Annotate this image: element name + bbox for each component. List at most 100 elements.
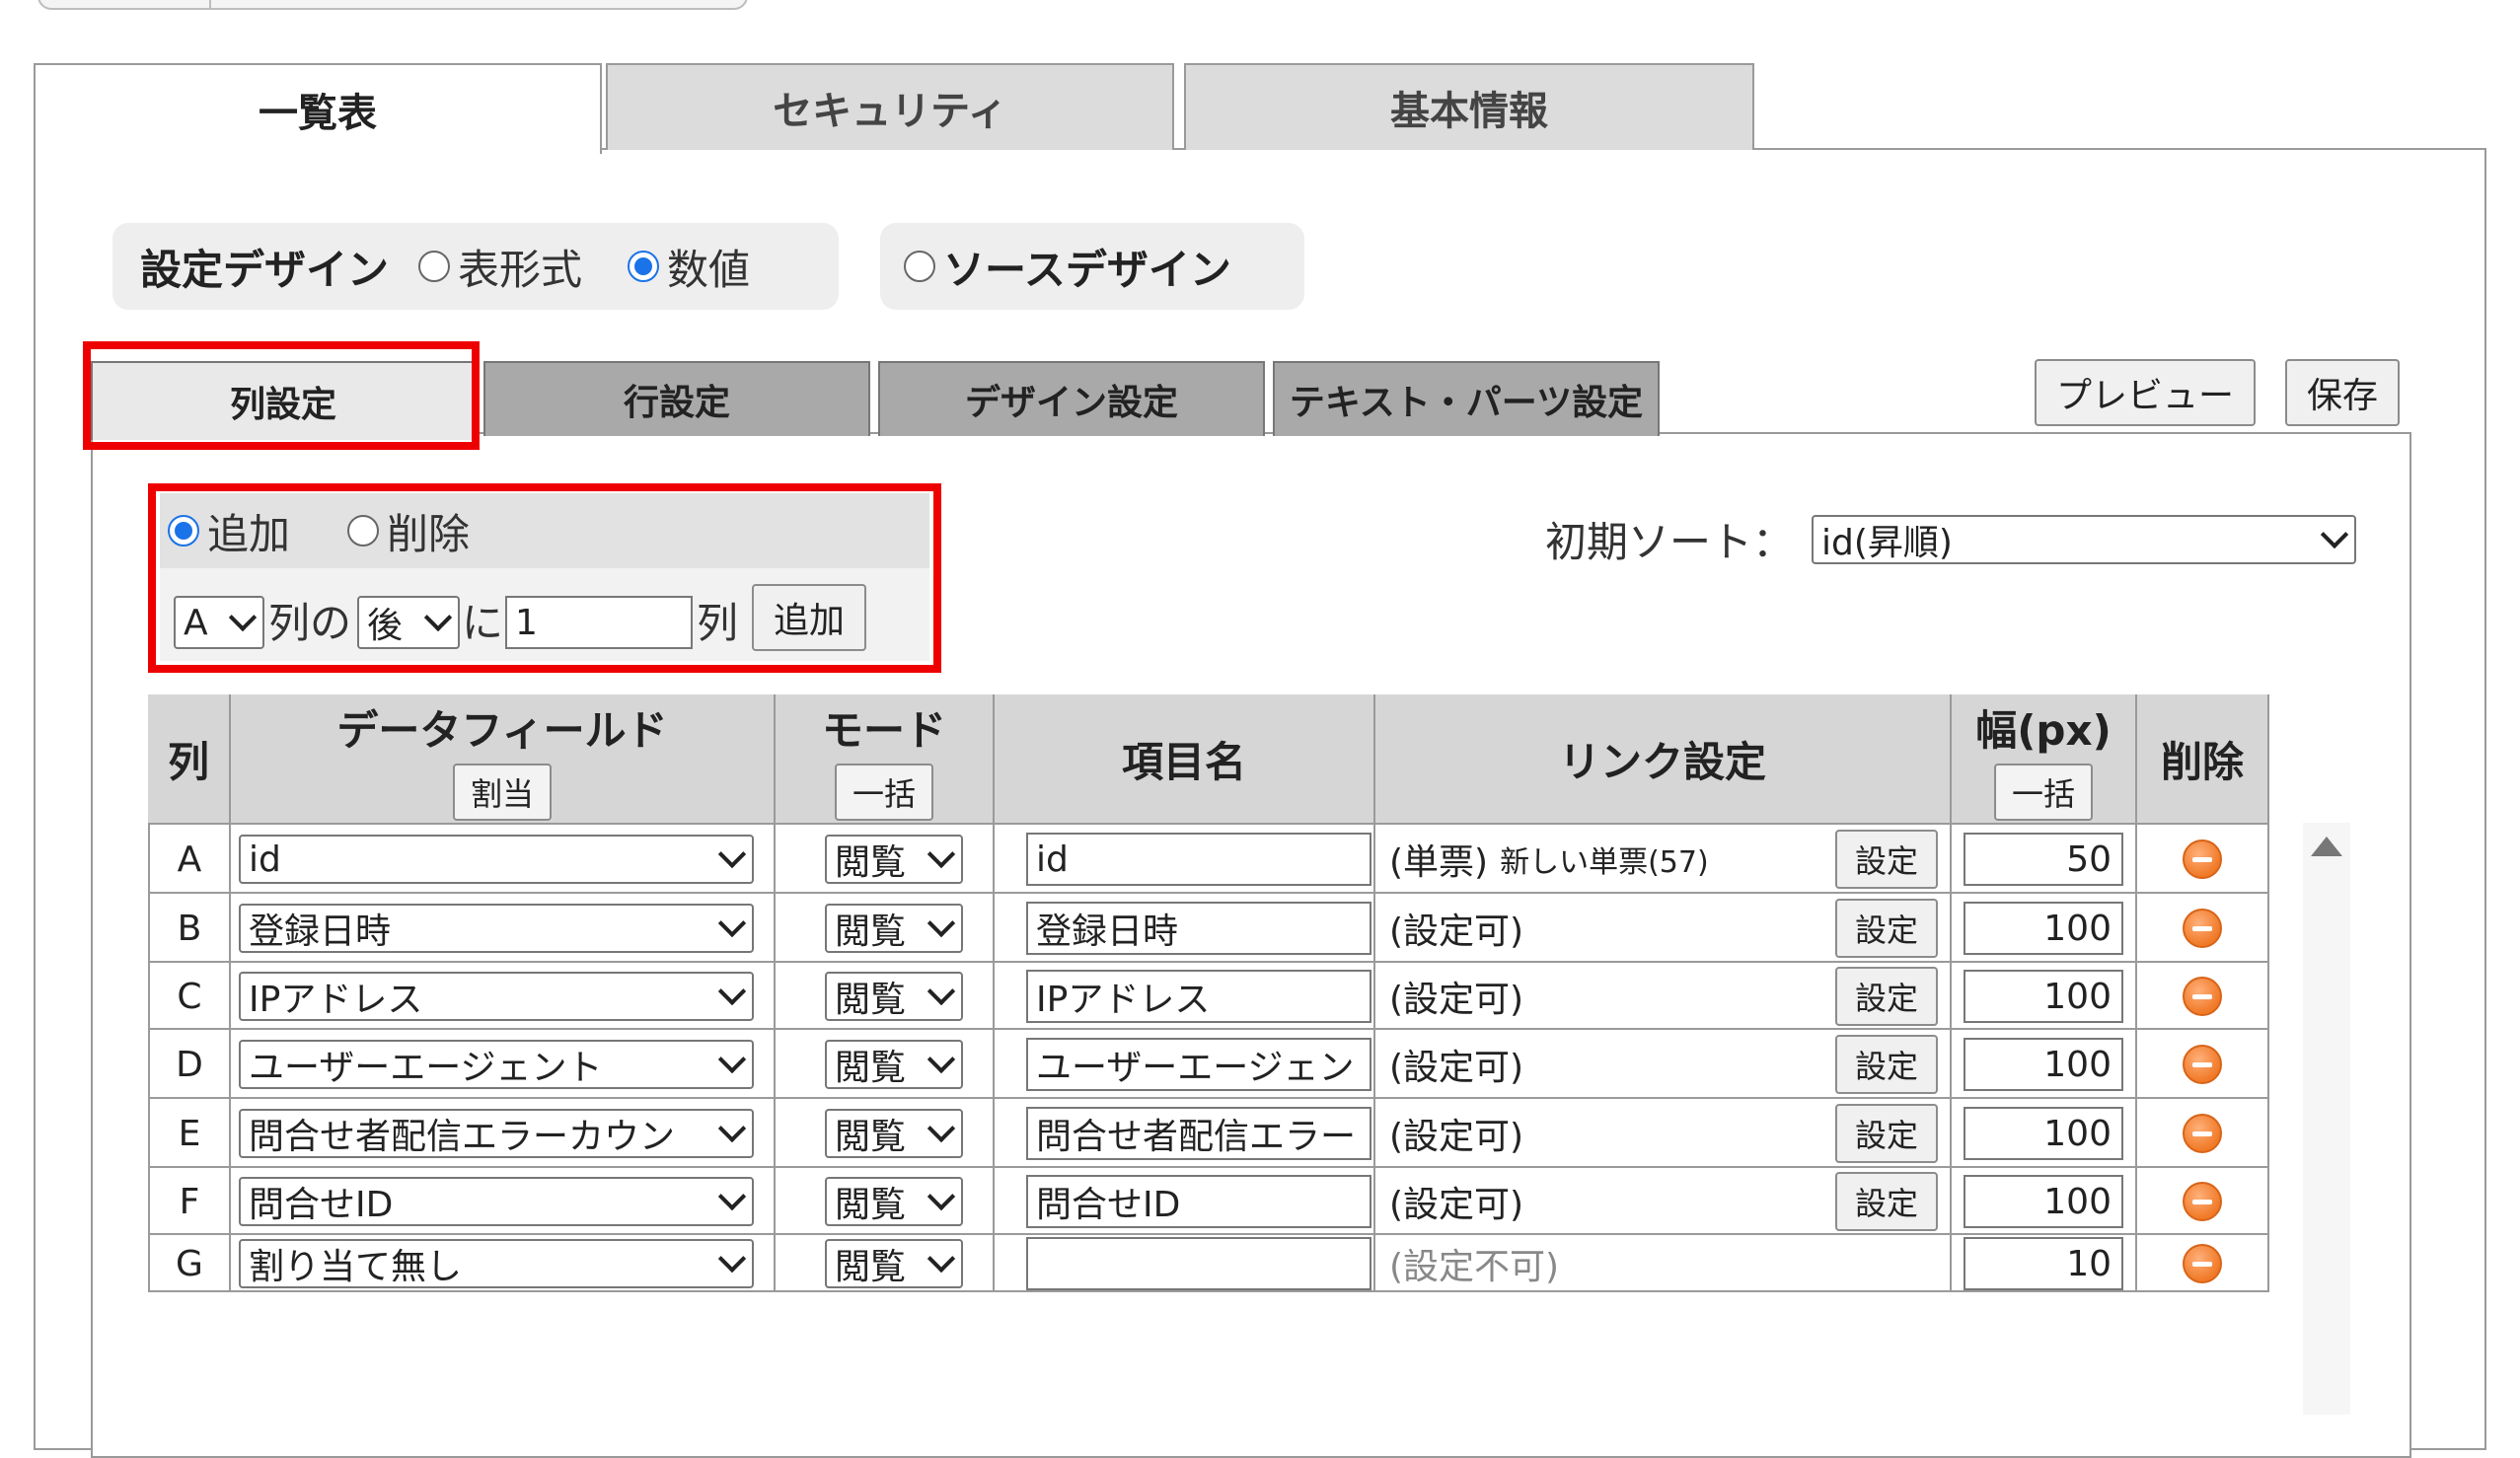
- mode-select[interactable]: 閲覧: [825, 1040, 963, 1089]
- mode-select[interactable]: 閲覧: [825, 904, 963, 953]
- chevron-down-icon: [717, 839, 747, 869]
- preview-button[interactable]: プレビュー: [2035, 359, 2256, 426]
- mode-value: 閲覧: [835, 980, 907, 1020]
- design-mode-label: 設定デザイン: [140, 245, 390, 294]
- item-name-input[interactable]: id: [1026, 833, 1371, 886]
- link-set-button[interactable]: 設定: [1835, 899, 1938, 958]
- data-field-value: IPアドレス: [249, 980, 423, 1020]
- link-set-button[interactable]: 設定: [1835, 830, 1938, 889]
- link-set-button-label: 設定: [1854, 911, 1918, 949]
- radio-source-design[interactable]: ソースデザイン: [904, 237, 1231, 297]
- width-value: 10: [2066, 1243, 2112, 1284]
- delete-row-icon[interactable]: [2183, 977, 2222, 1016]
- width-input[interactable]: 10: [1964, 1237, 2123, 1290]
- header-width: 幅(px) 一括: [1952, 694, 2137, 825]
- scrollbar-track[interactable]: [2303, 823, 2350, 1415]
- data-field-select[interactable]: IPアドレス: [239, 972, 754, 1021]
- mode-bulk-button[interactable]: 一括: [834, 763, 933, 821]
- subtab-design-settings-label: デザイン設定: [964, 383, 1178, 423]
- design-mode-group: 設定デザイン 表形式 数値: [112, 223, 839, 310]
- data-field-select[interactable]: 登録日時: [239, 904, 754, 953]
- link-setting-text: (設定可): [1389, 903, 1523, 954]
- item-name-input[interactable]: [1026, 1237, 1371, 1290]
- row-col-letter: A: [177, 838, 202, 880]
- mode-select[interactable]: 閲覧: [825, 835, 963, 884]
- width-input[interactable]: 100: [1964, 1107, 2123, 1160]
- delete-row-icon[interactable]: [2183, 909, 2222, 948]
- data-field-value: ユーザーエージェント: [249, 1048, 603, 1088]
- header-item-name: 項目名: [995, 694, 1375, 825]
- link-status: (設定不可): [1389, 1247, 1560, 1287]
- delete-row-icon[interactable]: [2183, 1045, 2222, 1084]
- source-design-group: ソースデザイン: [880, 223, 1304, 310]
- width-input[interactable]: 50: [1964, 833, 2123, 886]
- link-set-button[interactable]: 設定: [1835, 1104, 1938, 1163]
- item-name-input[interactable]: 問合せ者配信エラー: [1026, 1107, 1371, 1160]
- save-button[interactable]: 保存: [2285, 359, 2400, 426]
- mode-select[interactable]: 閲覧: [825, 1177, 963, 1226]
- subtab-design-settings[interactable]: デザイン設定: [878, 361, 1265, 436]
- assign-button[interactable]: 割当: [452, 763, 552, 821]
- tab-security[interactable]: セキュリティ: [606, 63, 1174, 150]
- link-status: (設定可): [1389, 1185, 1524, 1225]
- header-col: 列: [148, 694, 231, 825]
- scroll-up-arrow-icon[interactable]: [2311, 837, 2342, 856]
- radio-table-format-label: 表形式: [458, 245, 583, 294]
- radio-icon: [904, 251, 935, 282]
- data-field-select[interactable]: id: [239, 835, 754, 884]
- width-input[interactable]: 100: [1964, 970, 2123, 1023]
- radio-table-format[interactable]: 表形式: [418, 237, 582, 297]
- width-value: 100: [2043, 976, 2112, 1017]
- delete-row-icon[interactable]: [2183, 1244, 2222, 1283]
- width-value: 50: [2066, 838, 2112, 880]
- mode-select[interactable]: 閲覧: [825, 1109, 963, 1158]
- link-setting-text: (設定可): [1389, 1176, 1523, 1227]
- subtab-text-parts-settings[interactable]: テキスト・パーツ設定: [1273, 361, 1660, 436]
- link-setting-text: (設定可): [1389, 1108, 1523, 1159]
- chevron-down-icon: [926, 909, 956, 938]
- subtab-row-settings-label: 行設定: [623, 383, 730, 423]
- link-set-button[interactable]: 設定: [1835, 1035, 1938, 1094]
- data-field-select[interactable]: ユーザーエージェント: [239, 1040, 754, 1089]
- header-data-field: データフィールド 割当: [231, 694, 776, 825]
- preview-button-label: プレビュー: [2055, 376, 2234, 416]
- tab-list-label: 一覧表: [259, 91, 377, 136]
- chevron-down-icon: [926, 1244, 956, 1274]
- data-field-value: 登録日時: [249, 911, 392, 952]
- width-bulk-button[interactable]: 一括: [1993, 763, 2093, 821]
- width-input[interactable]: 100: [1964, 1038, 2123, 1091]
- data-field-select[interactable]: 問合せ者配信エラーカウン: [239, 1109, 754, 1158]
- tab-security-label: セキュリティ: [773, 89, 1007, 134]
- data-field-select[interactable]: 問合せID: [239, 1177, 754, 1226]
- link-status: (設定可): [1389, 980, 1524, 1020]
- link-set-button[interactable]: 設定: [1835, 967, 1938, 1026]
- tab-list[interactable]: 一覧表: [34, 63, 602, 154]
- link-set-button[interactable]: 設定: [1835, 1172, 1938, 1231]
- save-button-label: 保存: [2306, 376, 2378, 416]
- chevron-down-icon: [717, 1182, 747, 1211]
- row-col-letter: F: [179, 1181, 200, 1222]
- delete-row-icon[interactable]: [2183, 839, 2222, 879]
- width-input[interactable]: 100: [1964, 902, 2123, 955]
- chevron-down-icon: [717, 1114, 747, 1143]
- radio-numeric-label: 数値: [667, 245, 751, 294]
- link-setting-text: (設定可): [1389, 1039, 1523, 1090]
- delete-row-icon[interactable]: [2183, 1182, 2222, 1221]
- header-mode-text: モード: [821, 705, 946, 755]
- subtab-row-settings[interactable]: 行設定: [483, 361, 870, 436]
- header-delete-text: 削除: [2160, 737, 2244, 786]
- data-field-value: 割り当て無し: [249, 1247, 463, 1287]
- width-input[interactable]: 100: [1964, 1175, 2123, 1228]
- item-name-input[interactable]: IPアドレス: [1026, 970, 1371, 1023]
- item-name-input[interactable]: 問合せID: [1026, 1175, 1371, 1228]
- delete-row-icon[interactable]: [2183, 1114, 2222, 1153]
- mode-select[interactable]: 閲覧: [825, 972, 963, 1021]
- item-name-input[interactable]: ユーザーエージェン: [1026, 1038, 1371, 1091]
- radio-numeric[interactable]: 数値: [628, 237, 750, 297]
- tab-basic-info[interactable]: 基本情報: [1184, 63, 1754, 150]
- item-name-input[interactable]: 登録日時: [1026, 902, 1371, 955]
- initial-sort-select[interactable]: id(昇順): [1812, 515, 2356, 564]
- data-field-select[interactable]: 割り当て無し: [239, 1239, 754, 1288]
- link-setting-text: (単票) 新しい単票(57): [1389, 834, 1709, 885]
- mode-select[interactable]: 閲覧: [825, 1239, 963, 1288]
